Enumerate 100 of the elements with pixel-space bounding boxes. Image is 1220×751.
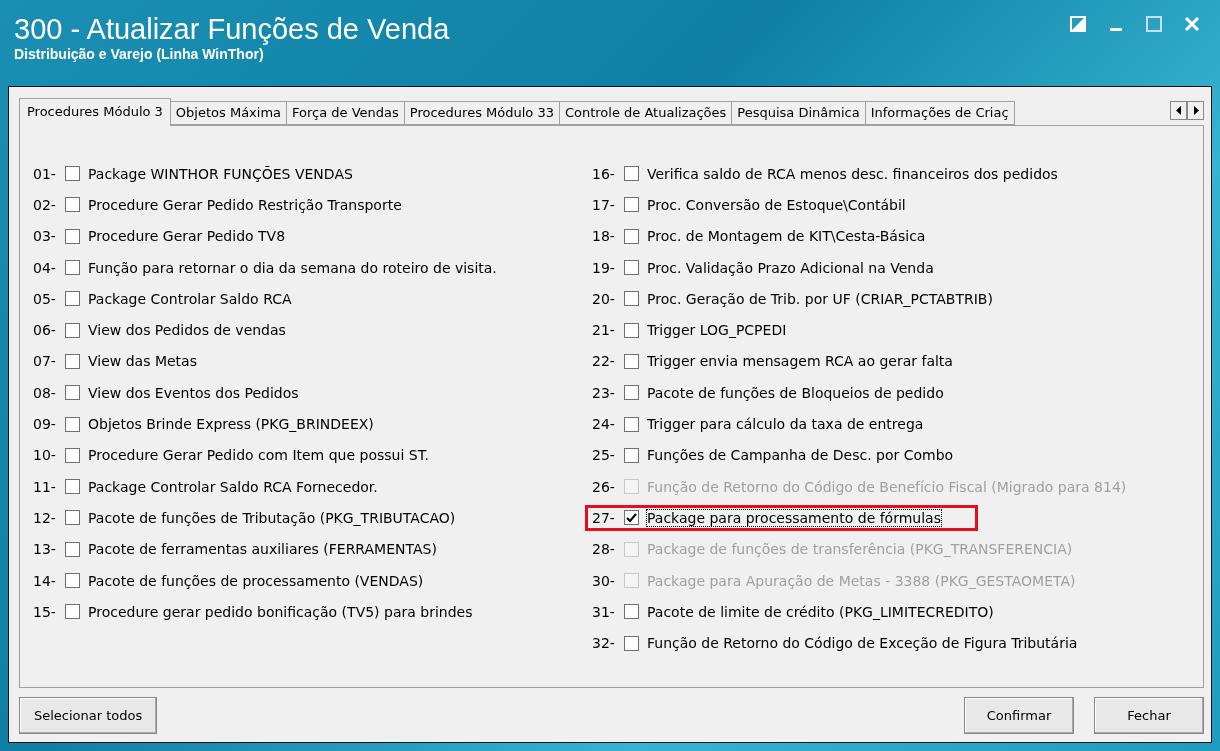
- checkbox[interactable]: [65, 228, 80, 244]
- item-number: 06-: [33, 322, 57, 339]
- checkbox[interactable]: [624, 166, 639, 182]
- checkbox[interactable]: [65, 416, 80, 432]
- checkbox[interactable]: [624, 447, 639, 463]
- checkbox[interactable]: [65, 197, 80, 213]
- checkbox-label[interactable]: View dos Pedidos de vendas: [88, 322, 286, 339]
- checkbox-label[interactable]: Proc. de Montagem de KIT\Cesta-Básica: [647, 228, 926, 245]
- item-number: 02-: [33, 196, 57, 213]
- checkbox-label[interactable]: Pacote de funções de processamento (VENDAS): [88, 572, 424, 589]
- checkbox[interactable]: [624, 635, 639, 651]
- checkbox[interactable]: [65, 322, 80, 338]
- checkbox[interactable]: [624, 322, 639, 338]
- confirm-button[interactable]: Confirmar: [964, 697, 1074, 734]
- checkbox[interactable]: [65, 541, 80, 557]
- item-number: 28-: [592, 541, 616, 558]
- item-number: 24-: [592, 416, 616, 432]
- window-subtitle: Distribuição e Varejo (Linha WinThor): [14, 46, 265, 62]
- tab[interactable]: Procedures Módulo 3: [19, 98, 171, 126]
- item-number: 20-: [592, 290, 616, 307]
- item-number: 26-: [592, 478, 616, 495]
- item-number: 08-: [33, 384, 57, 401]
- checkbox-label[interactable]: Proc. Geração de Trib. por UF (CRIAR_PCTABTRIB): [647, 290, 993, 307]
- checkbox-label[interactable]: Pacote de limite de crédito (PKG_LIMITECREDITO): [647, 603, 994, 620]
- checkbox-label[interactable]: Objetos Brinde Express (PKG_BRINDEEX): [88, 416, 374, 432]
- checkbox-label[interactable]: Package WINTHOR FUNÇÕES VENDAS: [88, 165, 353, 182]
- checkbox[interactable]: [624, 510, 639, 526]
- checkbox-label[interactable]: Procedure gerar pedido bonificação (TV5) para brindes: [88, 603, 473, 620]
- item-number: 19-: [592, 259, 616, 276]
- checkbox[interactable]: [624, 385, 639, 401]
- item-number: 12-: [33, 509, 57, 526]
- item-number: 07-: [33, 353, 57, 370]
- item-number: 17-: [592, 196, 616, 213]
- checkbox[interactable]: [65, 479, 80, 495]
- scroll-left-button[interactable]: [1170, 100, 1187, 120]
- checkbox-label[interactable]: Procedure Gerar Pedido TV8: [88, 228, 286, 245]
- item-number: 15-: [33, 603, 57, 620]
- item-number: 32-: [592, 635, 616, 652]
- window-title: 300 - Atualizar Funções de Venda: [14, 12, 450, 46]
- close-icon[interactable]: [1182, 14, 1202, 34]
- checkbox-label[interactable]: View dos Eventos dos Pedidos: [88, 384, 299, 401]
- checkbox-label[interactable]: Verifica saldo de RCA menos desc. financeiros dos pedidos: [647, 165, 1058, 182]
- checkbox[interactable]: [65, 510, 80, 526]
- checkbox[interactable]: [65, 166, 80, 182]
- checkbox[interactable]: [65, 573, 80, 588]
- checkbox-label[interactable]: Funções de Campanha de Desc. por Combo: [647, 447, 954, 464]
- item-number: 31-: [592, 603, 616, 620]
- close-button[interactable]: Fechar: [1094, 697, 1204, 734]
- item-number: 04-: [33, 259, 57, 276]
- checkbox[interactable]: [65, 604, 80, 620]
- checkbox-label[interactable]: Package Controlar Saldo RCA Fornecedor.: [88, 478, 378, 495]
- item-number: 10-: [33, 447, 57, 464]
- item-number: 01-: [33, 165, 57, 182]
- select-all-button[interactable]: Selecionar todos: [19, 697, 158, 734]
- item-number: 09-: [33, 416, 57, 432]
- tab[interactable]: Procedures Módulo 33: [403, 101, 560, 125]
- checkbox[interactable]: [65, 447, 80, 463]
- item-number: 27-: [592, 509, 616, 526]
- checkbox[interactable]: [624, 228, 639, 244]
- restore-icon[interactable]: [1068, 14, 1088, 34]
- left-triangle-icon: [1175, 105, 1182, 115]
- checkbox-label[interactable]: Função de Retorno do Código de Exceção de Figura Tributária: [647, 635, 1078, 652]
- tab[interactable]: Informações de Criaç: [864, 101, 1015, 125]
- checkbox-label[interactable]: Trigger envia mensagem RCA ao gerar falta: [647, 353, 953, 370]
- tab[interactable]: Pesquisa Dinâmica: [731, 101, 866, 125]
- checkbox[interactable]: [624, 291, 639, 307]
- item-number: 14-: [33, 572, 57, 589]
- checkbox[interactable]: [624, 197, 639, 213]
- checkbox[interactable]: [65, 291, 80, 307]
- checkbox-label[interactable]: Proc. Conversão de Estoque\Contábil: [647, 196, 906, 213]
- scroll-right-button[interactable]: [1187, 100, 1204, 120]
- checkbox-label[interactable]: Pacote de ferramentas auxiliares (FERRAMENTAS): [88, 541, 437, 558]
- item-number: 03-: [33, 228, 57, 245]
- checkbox-label[interactable]: Trigger LOG_PCPEDI: [647, 322, 787, 339]
- checkbox-label[interactable]: Pacote de funções de Tributação (PKG_TRIBUTACAO): [88, 509, 456, 526]
- checkbox-label[interactable]: Função para retornar o dia da semana do roteiro de visita.: [88, 259, 497, 276]
- checkbox[interactable]: [624, 353, 639, 369]
- tab[interactable]: Força de Vendas: [286, 101, 405, 125]
- item-number: 23-: [592, 384, 616, 401]
- checkbox[interactable]: [65, 353, 80, 369]
- checkbox[interactable]: [624, 260, 639, 276]
- checkbox-label[interactable]: Trigger para cálculo da taxa de entrega: [647, 416, 924, 432]
- item-number: 05-: [33, 290, 57, 307]
- checkbox-label[interactable]: Procedure Gerar Pedido Restrição Transporte: [88, 196, 402, 213]
- checkbox-label[interactable]: View das Metas: [88, 353, 197, 370]
- checkbox-label[interactable]: Package Controlar Saldo RCA: [88, 290, 292, 307]
- tab[interactable]: Objetos Máxima: [169, 101, 288, 125]
- item-number: 30-: [592, 572, 616, 589]
- checkbox-label[interactable]: Proc. Validação Prazo Adicional na Venda: [647, 259, 934, 276]
- item-number: 21-: [592, 322, 616, 339]
- checkbox[interactable]: [65, 260, 80, 276]
- checkbox-label[interactable]: Package para processamento de fórmulas: [647, 509, 941, 526]
- tab[interactable]: Controle de Atualizações: [558, 101, 733, 125]
- checkbox-label[interactable]: Pacote de funções de Bloqueios de pedido: [647, 384, 944, 401]
- checkbox[interactable]: [624, 416, 639, 432]
- checkbox[interactable]: [624, 604, 639, 620]
- item-number: 16-: [592, 165, 616, 182]
- checkbox[interactable]: [65, 385, 80, 401]
- checkbox-label[interactable]: Procedure Gerar Pedido com Item que possui ST.: [88, 447, 429, 464]
- right-triangle-icon: [1192, 105, 1199, 115]
